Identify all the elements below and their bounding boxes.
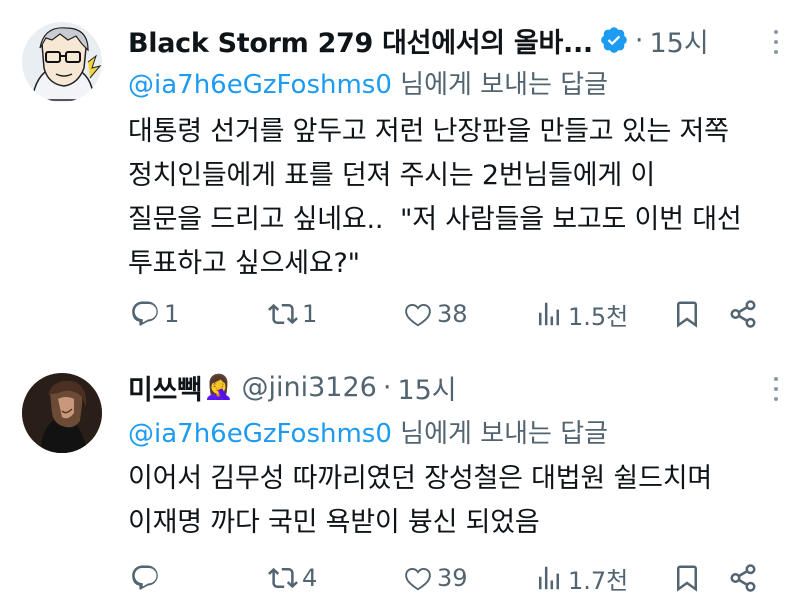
like-count: 38 xyxy=(437,300,468,328)
share-button[interactable] xyxy=(728,558,758,598)
avatar[interactable] xyxy=(22,22,102,102)
tweet-header: Black Storm 279 대선에서의 올바... · 15시 xyxy=(128,20,768,60)
retweet-count: 1 xyxy=(302,300,318,328)
like-count: 39 xyxy=(437,564,468,592)
tweet-header: 미쓰빽 🤦‍♀️ @jini3126 · 15시 xyxy=(128,367,768,407)
facepalm-emoji-icon: 🤦‍♀️ xyxy=(203,373,234,401)
retweet-button[interactable]: 1 xyxy=(268,294,317,334)
timestamp[interactable]: 15시 xyxy=(397,368,456,407)
retweet-count: 4 xyxy=(302,564,318,592)
timestamp[interactable]: 15시 xyxy=(649,21,708,60)
mention-link[interactable]: @ia7h6eGzFoshms0 xyxy=(128,70,392,100)
share-icon xyxy=(730,564,756,592)
tweet[interactable]: Black Storm 279 대선에서의 올바... · 15시 @ia7h6… xyxy=(0,0,800,345)
user-handle[interactable]: @jini3126 xyxy=(242,372,377,403)
tweet-text: 대통령 선거를 앞두고 저런 난장판을 만들고 있는 저쪽 정치인들에게 표를 … xyxy=(128,116,742,279)
share-button[interactable] xyxy=(728,294,758,334)
display-name[interactable]: Black Storm 279 대선에서의 올바... xyxy=(128,21,593,60)
bookmark-button[interactable] xyxy=(672,558,702,598)
bookmark-button[interactable] xyxy=(672,294,702,334)
more-options-icon[interactable] xyxy=(766,22,786,62)
more-options-icon[interactable] xyxy=(766,369,786,409)
reply-button[interactable] xyxy=(130,558,164,598)
tweet[interactable]: 미쓰빽 🤦‍♀️ @jini3126 · 15시 @ia7h6eGzFoshms… xyxy=(0,345,800,602)
like-button[interactable]: 39 xyxy=(403,558,468,598)
heart-icon xyxy=(405,567,431,591)
avatar[interactable] xyxy=(22,373,102,453)
analytics-icon xyxy=(539,566,559,590)
retweet-icon xyxy=(268,567,298,589)
retweet-button[interactable]: 4 xyxy=(268,558,317,598)
like-button[interactable]: 38 xyxy=(403,294,468,334)
reply-count: 1 xyxy=(164,300,180,328)
reply-icon xyxy=(132,565,158,590)
action-bar: 4 39 1.7천 xyxy=(128,558,780,598)
heart-icon xyxy=(405,303,431,327)
mention-link[interactable]: @ia7h6eGzFoshms0 xyxy=(128,419,392,449)
reply-context-label: 님에게 보내는 답글 xyxy=(391,70,609,100)
reply-icon xyxy=(132,301,158,326)
verified-badge-icon xyxy=(599,25,629,55)
share-icon xyxy=(730,300,756,328)
separator-dot: · xyxy=(382,371,392,403)
view-count: 1.7천 xyxy=(568,566,629,595)
separator-dot: · xyxy=(634,24,644,56)
analytics-icon xyxy=(539,302,559,326)
reply-context-label: 님에게 보내는 답글 xyxy=(391,419,609,449)
retweet-icon xyxy=(268,303,298,325)
reply-button[interactable]: 1 xyxy=(130,294,179,334)
reply-context: @ia7h6eGzFoshms0 님에게 보내는 답글 xyxy=(128,64,608,101)
bookmark-icon xyxy=(677,565,697,592)
reply-context: @ia7h6eGzFoshms0 님에게 보내는 답글 xyxy=(128,413,608,450)
tweet-text: 이어서 김무성 따까리였던 장성철은 대법원 쉴드치며 이재명 까다 국민 욕받… xyxy=(128,463,712,538)
view-count: 1.5천 xyxy=(568,302,629,331)
views-button[interactable]: 1.5천 xyxy=(534,294,628,334)
action-bar: 1 1 38 1.5천 xyxy=(128,294,780,334)
views-button[interactable]: 1.7천 xyxy=(534,558,628,598)
display-name[interactable]: 미쓰빽 xyxy=(128,368,202,407)
bookmark-icon xyxy=(677,301,697,328)
